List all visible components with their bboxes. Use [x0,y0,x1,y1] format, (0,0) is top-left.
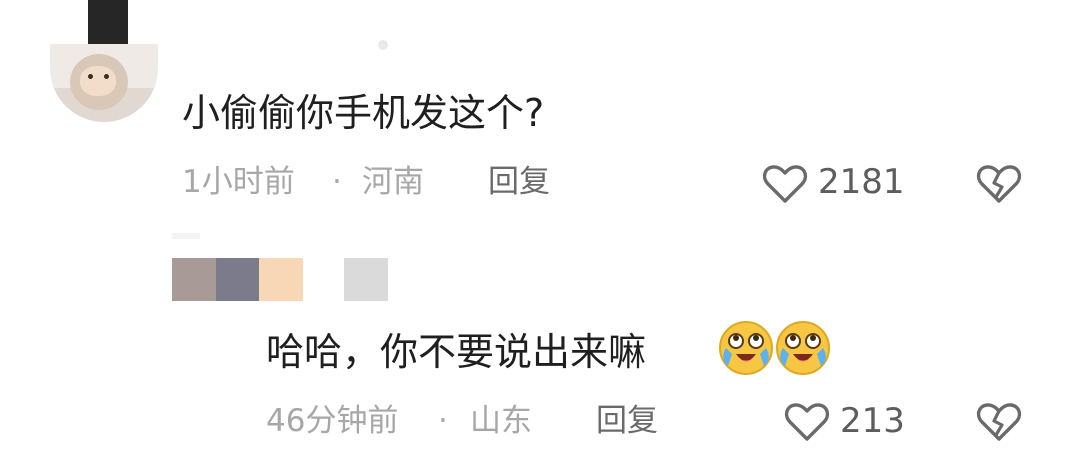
divider-stub [172,233,200,239]
comment-time: 1小时前 [182,164,295,200]
reply-button[interactable]: 回复 [596,406,658,437]
reply-text: 哈哈，你不要说出来嘛 [266,330,647,374]
comment-text: 小偷偷你手机发这个? [182,91,545,135]
crying-laughing-emoji [719,321,773,375]
reply-time: 46分钟前 [266,403,399,439]
meta-separator: · [332,164,342,200]
reply-button[interactable]: 回复 [488,167,550,198]
username-censor-swatch [344,258,388,301]
decorative-dot [378,40,388,50]
reply-location: 山东 [470,403,532,439]
comment-location: 河南 [362,164,424,200]
crying-laughing-emoji [776,321,830,375]
avatar[interactable] [50,44,158,122]
broken-heart-icon[interactable] [976,163,1022,205]
like-count: 2181 [818,162,905,202]
heart-outline-icon[interactable] [784,401,830,443]
username-censor-swatch [172,258,216,301]
broken-heart-icon[interactable] [976,401,1022,443]
username-censor-swatch [259,258,303,301]
username-censor-swatch [216,258,260,301]
meta-separator: · [438,403,448,439]
heart-outline-icon[interactable] [762,163,808,205]
like-count: 213 [840,401,905,441]
